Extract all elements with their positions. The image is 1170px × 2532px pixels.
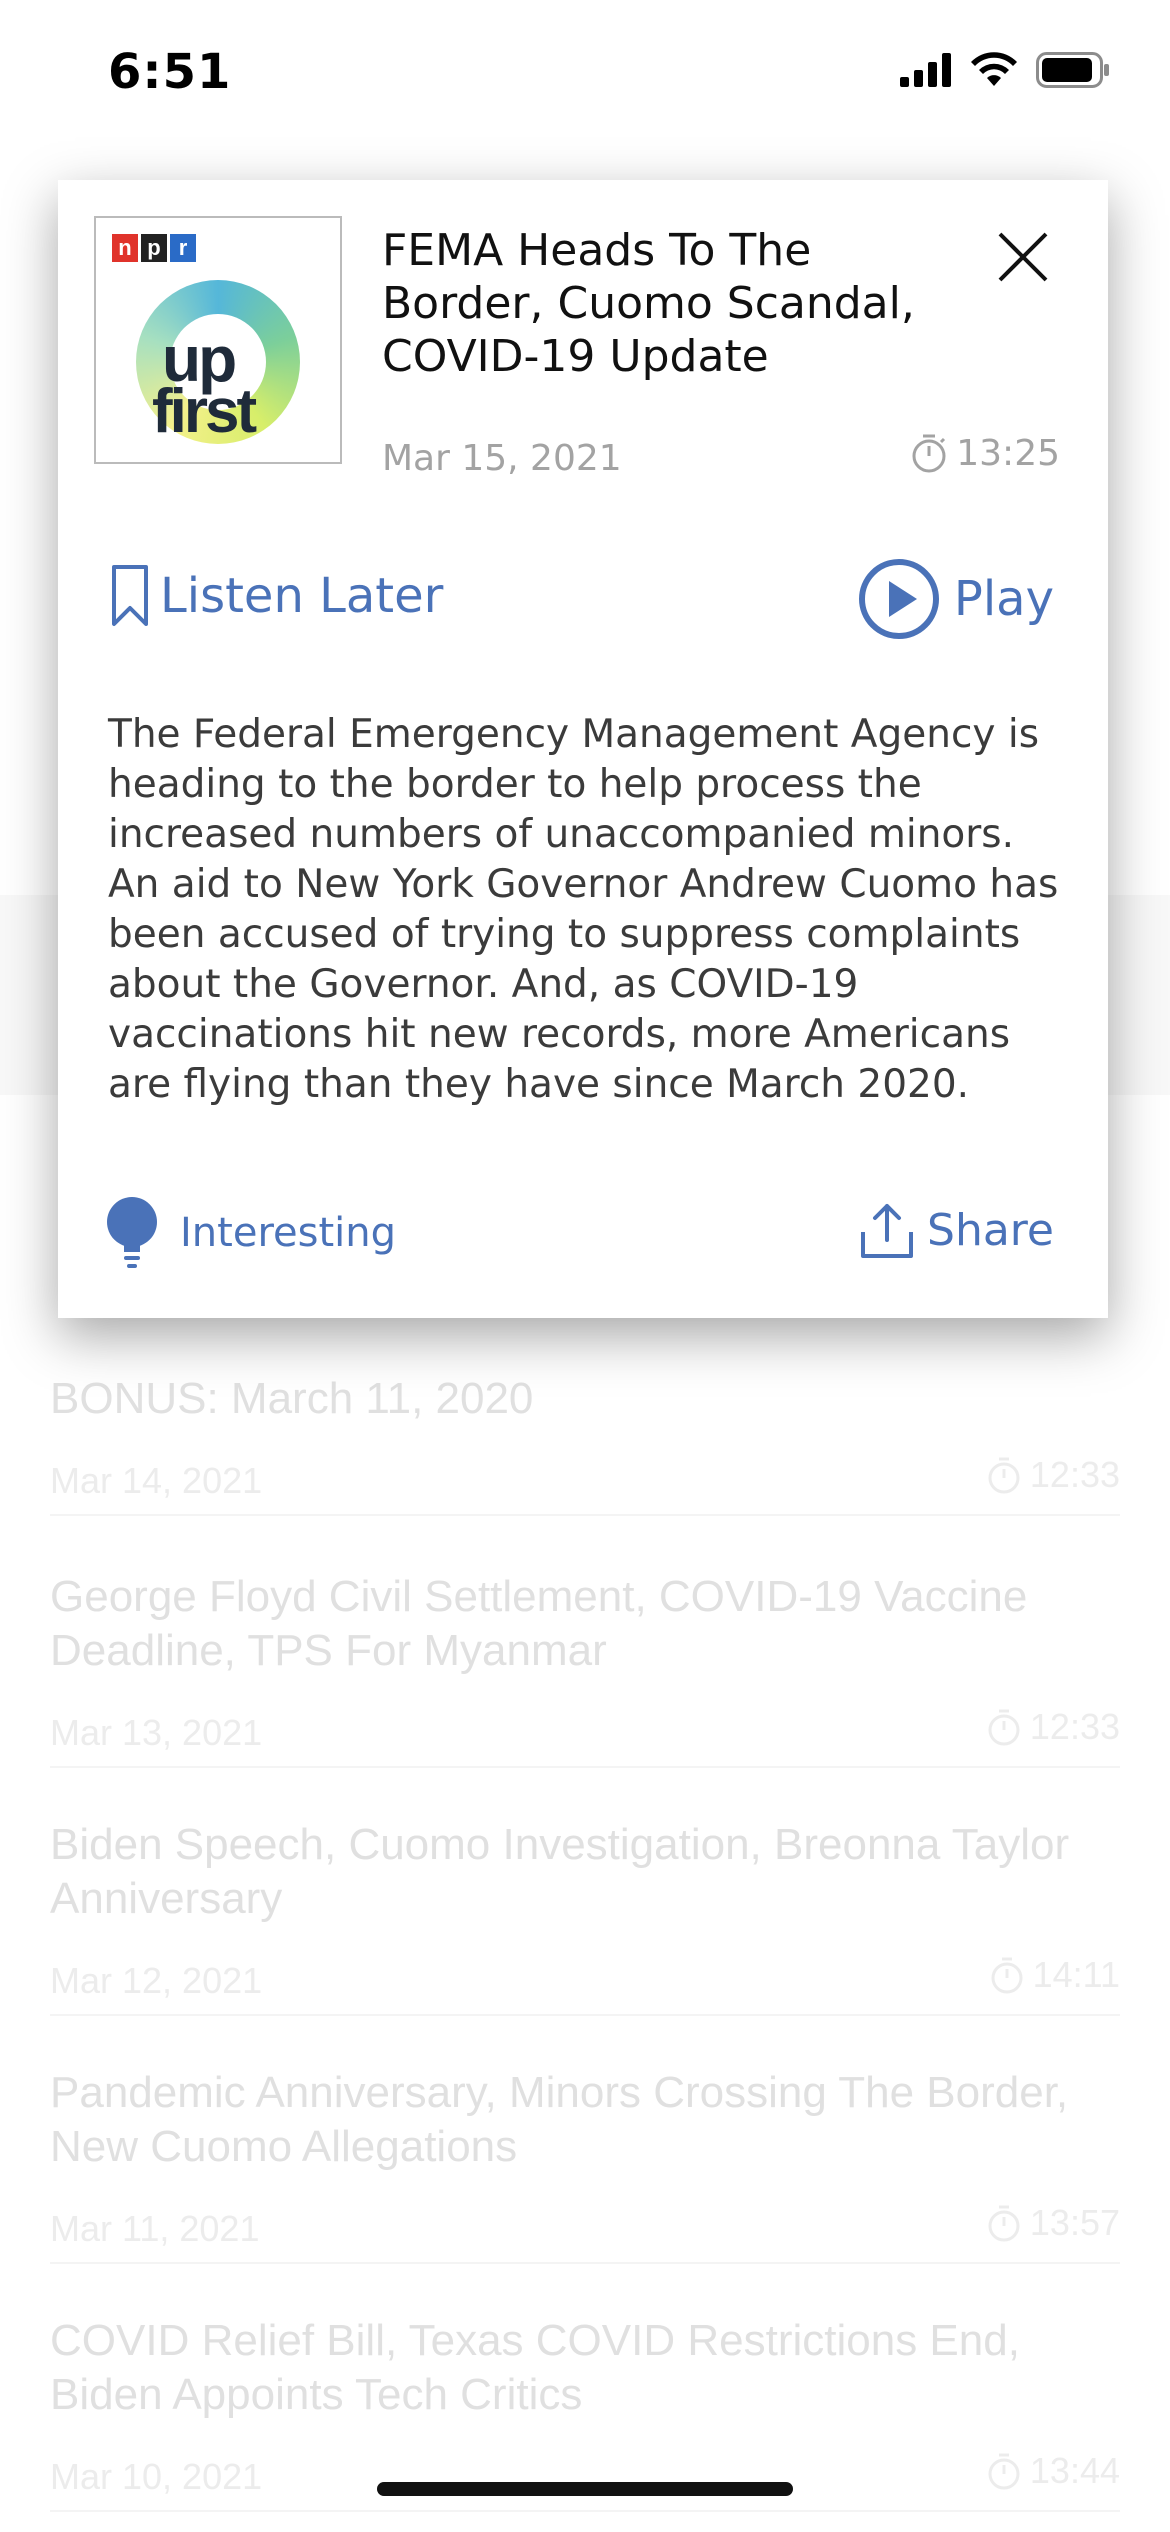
logo-wordmark-first: first [152,377,257,446]
npr-logo-letter: n [112,234,138,262]
stopwatch-icon [912,434,946,473]
episode-title: FEMA Heads To The Border, Cuomo Scandal,… [382,225,915,382]
cellular-signal-icon [900,53,951,87]
listen-later-button[interactable]: Listen Later [110,564,443,628]
close-icon[interactable] [992,226,1054,288]
interesting-label: Interesting [180,1210,396,1256]
episode-date: Mar 15, 2021 [382,438,622,479]
npr-logo-letter: r [170,234,196,262]
battery-icon [1036,52,1109,88]
status-time: 6:51 [108,44,232,100]
play-label: Play [953,571,1054,627]
episode-duration: 13:25 [910,432,1060,474]
lightbulb-icon [107,1197,157,1268]
wifi-icon [971,52,1017,86]
share-button[interactable]: Share [859,1200,1054,1260]
home-indicator[interactable] [377,2482,793,2496]
npr-logo: n p r [112,234,196,262]
bookmark-icon [112,565,148,626]
play-button[interactable]: Play [858,558,1054,640]
episode-duration-text: 13:25 [956,432,1060,474]
status-icons [900,52,1110,88]
play-icon [858,559,939,639]
episode-description: The Federal Emergency Management Agency … [108,712,1059,1107]
episode-popup: n p r up first FEMA Heads To The Border,… [58,180,1108,1318]
listen-later-label: Listen Later [160,568,444,624]
podcast-artwork: n p r up first [94,216,342,464]
status-bar: 6:51 [0,0,1170,150]
npr-logo-letter: p [141,234,167,262]
share-icon [861,1204,914,1258]
interesting-button[interactable]: Interesting [106,1196,396,1270]
share-label: Share [927,1204,1054,1256]
